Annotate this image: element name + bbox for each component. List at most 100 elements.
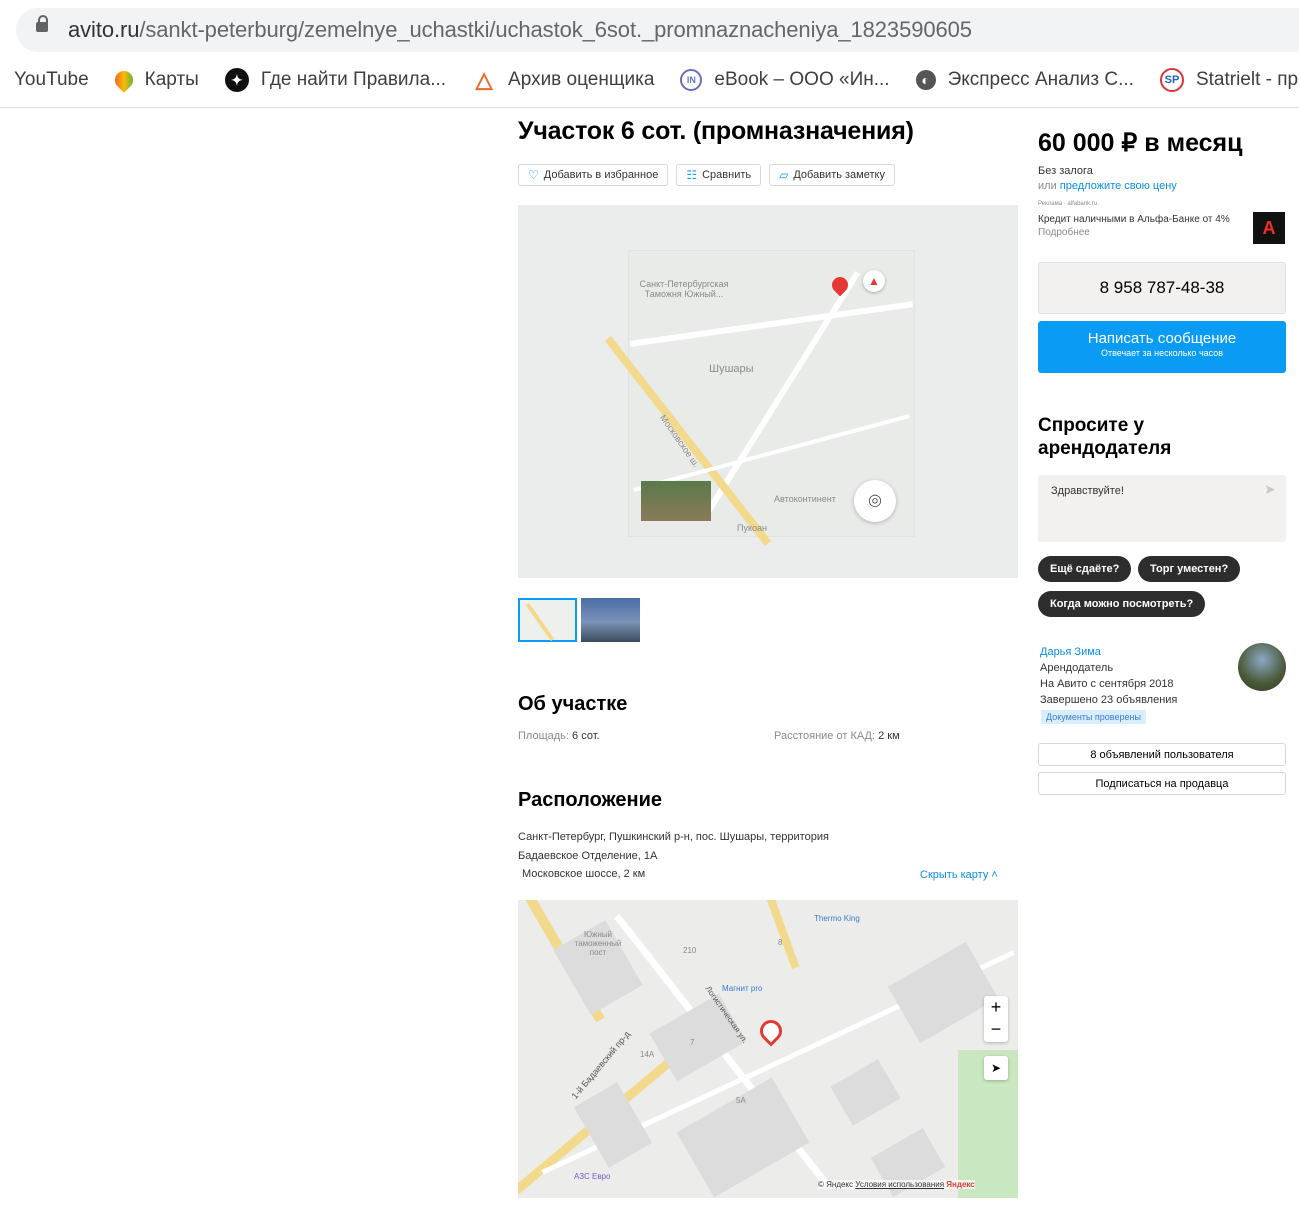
seller-completed: Завершено 23 объявления	[1040, 694, 1178, 706]
bookmark-label: Экспресс Анализ С...	[947, 69, 1134, 90]
location-map[interactable]: Южный таможенный пост Thermo King Магнит…	[518, 900, 1018, 1198]
address-line-2: Бадаевское Отделение, 1А	[518, 850, 658, 862]
map-pin-icon	[110, 67, 137, 93]
map-label-14a: 14А	[640, 1050, 655, 1059]
my-location-icon: ◎	[854, 480, 896, 522]
map-attribution: © Яндекс Условия использования Яндекс	[818, 1180, 975, 1189]
show-phone-button[interactable]: 8 958 787-48-38	[1038, 262, 1286, 314]
bookmark-label: eBook – ООО «Ин...	[714, 69, 890, 90]
yandex-logo: Яндекс	[946, 1180, 975, 1189]
map-terms-link[interactable]: Условия использования	[855, 1180, 944, 1189]
offer-prefix: или	[1038, 180, 1057, 192]
compare-button[interactable]: ☷ Сравнить	[676, 164, 762, 186]
send-icon[interactable]: ➤	[1264, 481, 1276, 498]
quick-reply-viewing[interactable]: Когда можно посмотреть?	[1038, 591, 1206, 617]
note-icon: ▱	[779, 168, 789, 182]
navigation-arrow-icon: ➤	[990, 1061, 1002, 1075]
ad-text[interactable]: Кредит наличными в Альфа-Банке от 4% Под…	[1038, 213, 1238, 239]
offer-price-line: или предложите свою цену	[1038, 180, 1177, 192]
bookmark-label: YouTube	[14, 69, 89, 90]
location-pin-icon	[755, 1015, 787, 1047]
zoom-control: + −	[984, 996, 1008, 1042]
ad-more-link[interactable]: Подробнее	[1038, 227, 1090, 238]
page-title: Участок 6 сот. (промназначения)	[518, 117, 914, 145]
toolbar-divider	[0, 107, 1299, 108]
area-label: Площадь:	[518, 730, 569, 742]
bookmark-express[interactable]: ◐ Экспресс Анализ С...	[915, 69, 1134, 91]
seller-avatar[interactable]	[1238, 643, 1286, 691]
map-label-7: 7	[690, 1038, 695, 1047]
triangle-icon: △	[475, 67, 493, 92]
bookmarks-bar: YouTube Карты ✦ Где найти Правила... △ А…	[0, 62, 1299, 98]
write-message-button[interactable]: Написать сообщение Отвечает за несколько…	[1038, 321, 1286, 373]
message-input[interactable]: Здравствуйте! ➤	[1038, 475, 1286, 542]
seller-name-link[interactable]: Дарья Зима	[1040, 644, 1177, 660]
message-text: Здравствуйте!	[1051, 485, 1124, 497]
map-label-thermo-king: Thermo King	[814, 914, 860, 923]
lock-icon	[36, 15, 48, 32]
map-label-210: 210	[683, 946, 697, 955]
map-label-customs-post: Южный таможенный пост	[574, 930, 622, 957]
bookmark-ebook[interactable]: IN eBook – ООО «Ин...	[680, 69, 890, 91]
map-label-autocontinent: Автоконтинент	[774, 494, 836, 504]
bookmark-label: Архив оценщика	[508, 69, 655, 90]
area-value: 6 сот.	[572, 730, 600, 742]
map-label-azs: АЗС Евро	[574, 1172, 611, 1181]
zoom-in-button[interactable]: +	[984, 996, 1008, 1018]
compass-icon: ✦	[224, 68, 249, 92]
alfa-bank-logo: A	[1253, 212, 1285, 244]
favorite-label: Добавить в избранное	[543, 169, 659, 181]
response-time: Отвечает за несколько часов	[1100, 348, 1224, 358]
zoom-out-button[interactable]: −	[984, 1018, 1008, 1040]
bookmark-youtube[interactable]: YouTube	[14, 69, 89, 91]
address: Санкт-Петербург, Пушкинский р-н, пос. Шу…	[518, 828, 829, 866]
hide-map-label: Скрыть карту	[920, 869, 989, 881]
kad-label: Расстояние от КАД:	[774, 730, 876, 742]
bookmark-rules[interactable]: ✦ Где найти Правила...	[224, 68, 447, 92]
bookmark-maps[interactable]: Карты	[110, 67, 199, 93]
ask-heading-line-2: арендодателя	[1038, 438, 1172, 459]
bookmark-label: Карты	[144, 69, 199, 90]
gallery-thumbnail-photo[interactable]	[581, 598, 640, 642]
quick-reply-still-available[interactable]: Ещё сдаёте?	[1038, 556, 1132, 582]
ebook-icon: IN	[680, 69, 703, 91]
geolocate-button[interactable]: ➤	[984, 1056, 1008, 1080]
map-label-shushary: Шушары	[709, 363, 754, 375]
add-note-button[interactable]: ▱ Добавить заметку	[769, 164, 895, 186]
gallery-main-image[interactable]: Санкт-Петербургская Таможня Южный... Шуш…	[518, 205, 1018, 578]
map-label-magnit: Магнит pro	[722, 984, 763, 993]
bookmark-archive[interactable]: △ Архив оценщика	[472, 67, 655, 92]
write-message-label: Написать сообщение	[1087, 330, 1237, 347]
kad-value: 2 км	[878, 730, 900, 742]
bookmark-statrielt[interactable]: SP Statrielt - про	[1159, 68, 1299, 92]
hide-map-link[interactable]: Скрыть карту ˄	[920, 869, 998, 881]
note-label: Добавить заметку	[793, 169, 885, 181]
gallery-thumbnail-map[interactable]	[518, 598, 577, 642]
offer-price-link[interactable]: предложите свою цену	[1060, 180, 1177, 192]
quick-reply-negotiable[interactable]: Торг уместен?	[1138, 556, 1241, 582]
map-label-pukoan: Пукоан	[737, 523, 767, 533]
add-favorite-button[interactable]: ♡ Добавить в избранное	[518, 164, 669, 186]
seller-since: На Авито с сентября 2018	[1040, 678, 1174, 690]
heart-icon: ♡	[528, 168, 539, 182]
area-field: Площадь: 6 сот.	[518, 730, 600, 742]
bookmark-label: Где найти Правила...	[260, 69, 447, 90]
chevron-up-icon: ˄	[991, 869, 998, 881]
seller-info: Дарья Зима Арендодатель На Авито с сентя…	[1040, 644, 1177, 708]
ask-heading-line-1: Спросите у	[1038, 415, 1145, 436]
map-copyright: © Яндекс	[818, 1180, 854, 1189]
compare-icon: ☷	[686, 168, 698, 182]
ask-heading: Спросите у арендодателя	[1038, 414, 1171, 460]
address-line-1: Санкт-Петербург, Пушкинский р-н, пос. Шу…	[518, 831, 829, 843]
compass-icon: ▲	[863, 270, 885, 292]
street-view-thumbnail	[641, 481, 711, 521]
user-ads-button[interactable]: 8 объявлений пользователя	[1038, 743, 1286, 766]
highway-distance: Московское шоссе, 2 км	[522, 868, 646, 880]
url-text[interactable]: avito.ru/sankt-peterburg/zemelnye_uchast…	[68, 17, 972, 43]
location-heading: Расположение	[518, 789, 663, 811]
map-label-moscow-hw: Московское ш.	[658, 412, 702, 470]
compare-label: Сравнить	[702, 169, 752, 181]
globe-icon: ◐	[915, 70, 936, 90]
documents-verified-badge: Документы проверены	[1041, 710, 1146, 724]
subscribe-seller-button[interactable]: Подписаться на продавца	[1038, 772, 1286, 795]
